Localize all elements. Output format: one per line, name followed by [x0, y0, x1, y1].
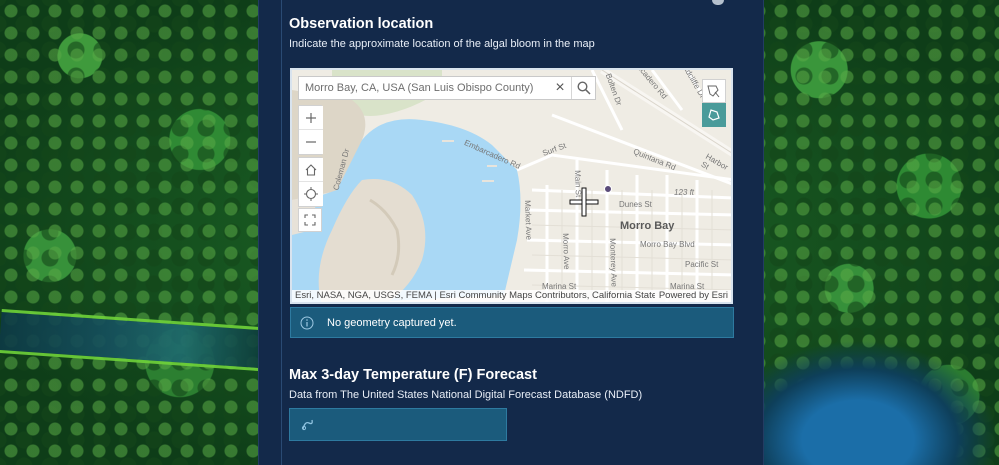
attribution-text: Esri, NASA, NGA, USGS, FEMA | Esri Commu…: [295, 290, 655, 301]
observation-title: Observation location: [289, 16, 434, 32]
fullscreen-icon: [304, 214, 316, 226]
geometry-notice: No geometry captured yet.: [290, 307, 734, 338]
clear-icon[interactable]: ×: [549, 77, 571, 99]
map-label-pacific: Pacific St: [685, 260, 719, 269]
map-label-morro: Morro Ave: [561, 233, 572, 270]
powered-by-link[interactable]: Powered by Esri: [659, 290, 728, 302]
map-label-elevation: 123 ft: [674, 188, 695, 197]
polygon-draw-icon: [708, 109, 720, 121]
map-basemap: [292, 70, 731, 302]
point-tool-button[interactable]: [702, 103, 726, 127]
map-label-dunes: Dunes St: [619, 200, 652, 209]
panel-divider: [281, 0, 282, 465]
select-tool-button[interactable]: [702, 79, 726, 103]
observation-description: Indicate the approximate location of the…: [289, 38, 595, 50]
map-view[interactable]: Morro Bay Embarcadero Rd Surf St Quintan…: [290, 68, 733, 304]
notice-text: No geometry captured yet.: [327, 316, 457, 329]
map-label-city: Morro Bay: [620, 220, 675, 232]
river-right: [764, 340, 999, 465]
map-search-input[interactable]: Morro Bay, CA, USA (San Luis Obispo Coun…: [299, 82, 549, 94]
lasso-select-icon: [707, 85, 720, 98]
calculated-value-icon: [301, 419, 313, 430]
zoom-in-button[interactable]: [299, 106, 323, 130]
search-button[interactable]: [571, 77, 595, 99]
map-label-main: Main St: [573, 170, 583, 198]
fullscreen-button[interactable]: [298, 208, 322, 232]
locate-icon: [304, 187, 318, 201]
search-icon: [576, 81, 591, 95]
home-icon: [305, 163, 317, 176]
zoom-out-button[interactable]: [299, 130, 323, 154]
map-label-monterey: Monterey Ave: [608, 238, 619, 288]
map-label-morro-bay-blvd: Morro Bay Blvd: [640, 240, 695, 249]
plus-icon: [306, 112, 316, 123]
minus-icon: [306, 141, 316, 143]
map-label-market: Market Ave: [523, 200, 534, 241]
info-icon: [300, 316, 314, 329]
forecast-value-field[interactable]: [289, 408, 507, 441]
nav-controls: [298, 157, 323, 207]
forecast-title: Max 3-day Temperature (F) Forecast: [289, 367, 537, 383]
home-button[interactable]: [299, 158, 323, 182]
map-search-box[interactable]: Morro Bay, CA, USA (San Luis Obispo Coun…: [298, 76, 596, 100]
zoom-controls: [298, 105, 323, 155]
locate-button[interactable]: [299, 182, 323, 206]
forecast-description: Data from The United States National Dig…: [289, 389, 643, 401]
map-attribution: Esri, NASA, NGA, USGS, FEMA | Esri Commu…: [292, 290, 731, 302]
